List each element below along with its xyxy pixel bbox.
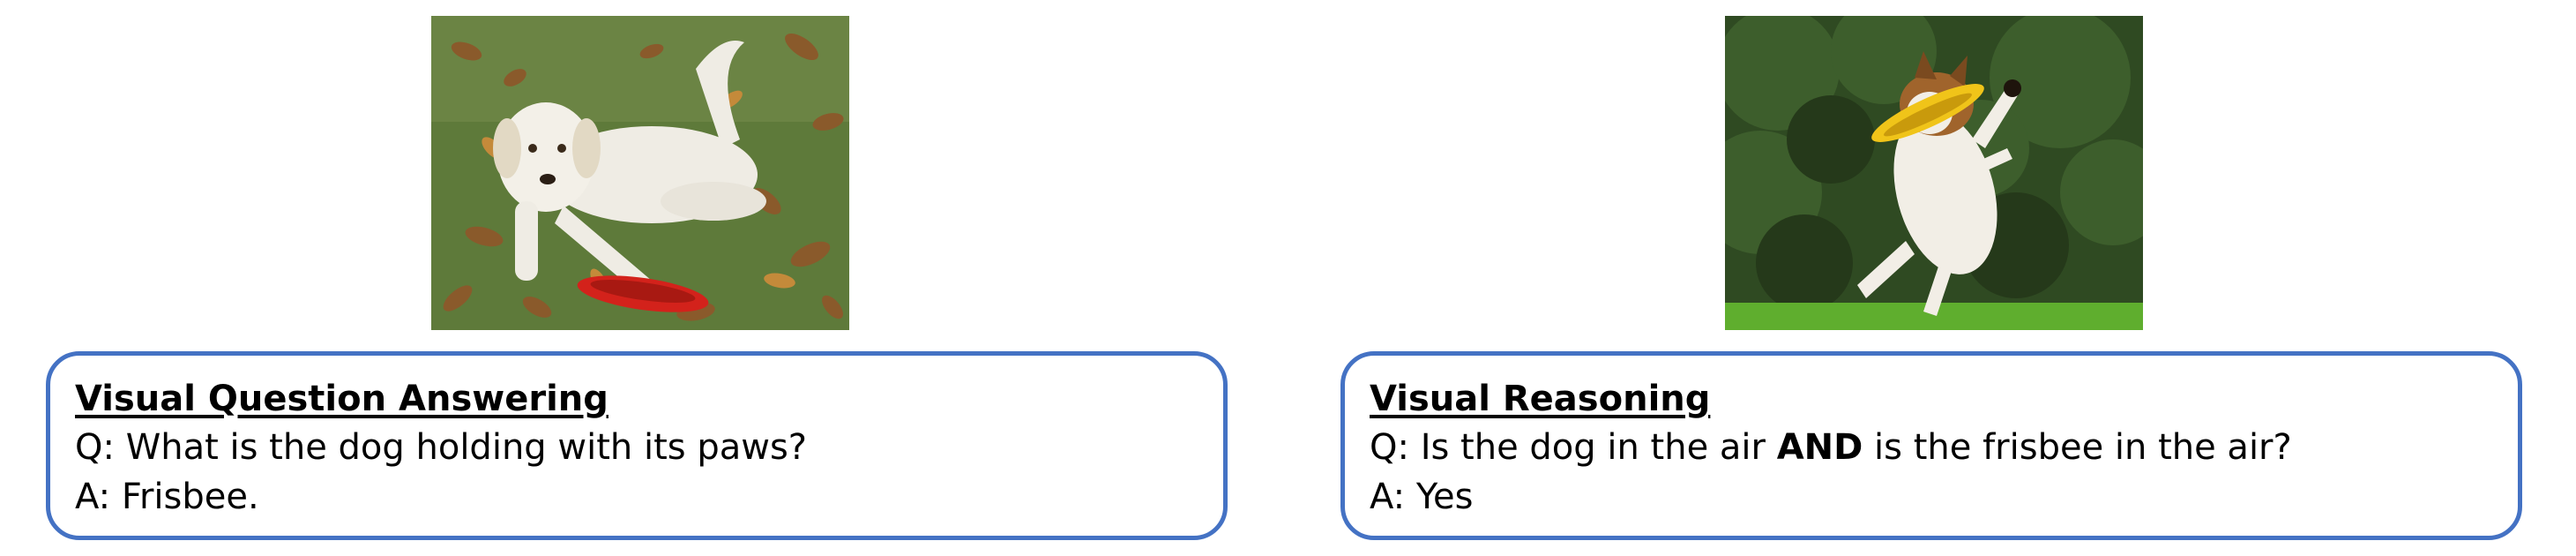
card-title: Visual Question Answering (75, 379, 609, 419)
answer-text: Yes (1415, 477, 1474, 517)
answer-text: Frisbee. (121, 477, 259, 517)
visual-reasoning-card: Visual Reasoning Q: Is the dog in the ai… (1340, 351, 2522, 540)
vqa-card: Visual Question Answering Q: What is the… (46, 351, 1228, 540)
answer-line: A: Frisbee. (75, 472, 1223, 522)
question-emphasis: AND (1776, 427, 1863, 468)
dog-jumping-frisbee-photo (1725, 16, 2143, 330)
answer-line: A: Yes (1370, 472, 2518, 522)
answer-prefix: A: (75, 477, 122, 517)
dog-jumping-image (1725, 16, 2143, 330)
card-title: Visual Reasoning (1370, 379, 1711, 419)
answer-prefix: A: (1370, 477, 1416, 517)
question-prefix: Q: (1370, 427, 1421, 468)
dog-lying-grass-image (431, 16, 849, 330)
question-line: Q: What is the dog holding with its paws… (75, 423, 1223, 472)
question-line: Q: Is the dog in the air AND is the fris… (1370, 423, 2518, 472)
question-text: What is the dog holding with its paws? (125, 427, 808, 468)
dog-with-frisbee-photo (431, 16, 849, 330)
question-text-before: Is the dog in the air (1420, 427, 1777, 468)
question-text-after: is the frisbee in the air? (1863, 427, 2292, 468)
question-prefix: Q: (75, 427, 126, 468)
